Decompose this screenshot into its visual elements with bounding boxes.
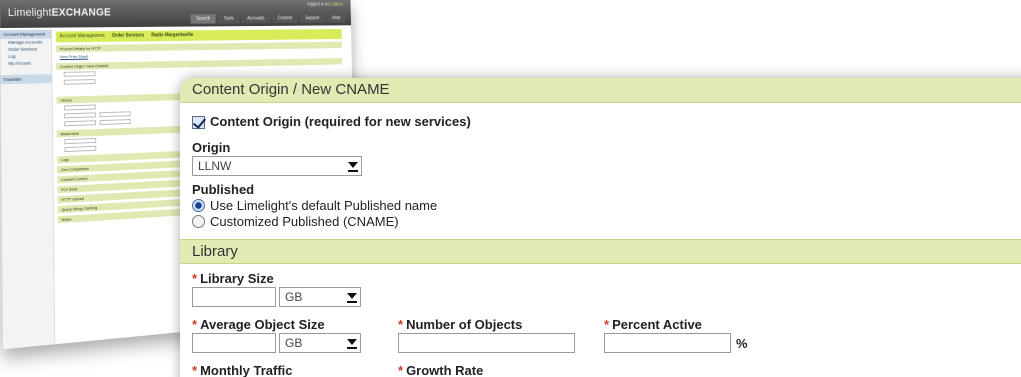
monthly-traffic-label-row: * Monthly Traffic	[192, 362, 293, 377]
mini-field[interactable]	[64, 112, 96, 118]
top-bar: LimelightEXCHANGE logged in as Logout Se…	[0, 0, 351, 28]
section-header-library: Library	[180, 239, 1021, 264]
nav-accounts[interactable]: Accounts	[241, 14, 270, 23]
sidebar-item-my-account[interactable]: My Account	[1, 59, 52, 67]
nav-search[interactable]: Search	[190, 14, 216, 24]
percent-active-label: Percent Active	[612, 317, 702, 332]
library-size-unit-select[interactable]: GB	[279, 287, 361, 307]
tab-bar: Account Management Order Services Radio …	[56, 29, 342, 42]
chevron-down-icon	[348, 162, 358, 168]
origin-select[interactable]: LLNW	[192, 156, 362, 176]
nav-tools[interactable]: Tools	[218, 14, 240, 23]
user-text: logged in as	[307, 2, 329, 7]
select-bar-icon	[347, 301, 357, 303]
mini-field[interactable]	[64, 105, 96, 111]
stage: LimelightEXCHANGE logged in as Logout Se…	[0, 0, 1021, 377]
mini-field[interactable]	[65, 146, 97, 152]
published-label: Published	[192, 182, 254, 197]
user-info: logged in as Logout	[307, 2, 342, 8]
logo-bold-text: EXCHANGE	[52, 7, 111, 19]
library-size-unit-value: GB	[285, 290, 302, 304]
mini-field[interactable]	[100, 119, 131, 125]
content-origin-checkbox[interactable]	[192, 116, 205, 129]
monthly-traffic-label: Monthly Traffic	[200, 363, 292, 377]
select-bar-icon	[347, 347, 357, 349]
section-header-content-origin: Content Origin / New CNAME	[180, 78, 1021, 103]
percent-active-input[interactable]	[604, 333, 731, 353]
logout-link[interactable]: Logout	[330, 2, 342, 7]
growth-rate-label: Growth Rate	[406, 363, 483, 377]
mini-field[interactable]	[100, 111, 131, 117]
tab-account-management[interactable]: Account Management	[60, 33, 105, 40]
nav-content[interactable]: Content	[272, 14, 298, 23]
library-size-input[interactable]	[192, 287, 276, 307]
num-objects-input[interactable]	[398, 333, 575, 353]
origin-select-value: LLNW	[198, 159, 231, 173]
tab-radio-margaritaville[interactable]: Radio Margaritaville	[151, 32, 193, 39]
library-size-label-row: * Library Size	[192, 270, 274, 288]
chevron-down-icon	[347, 339, 357, 345]
mini-field[interactable]	[64, 120, 96, 126]
avg-object-size-unit-select[interactable]: GB	[279, 333, 361, 353]
library-size-label: Library Size	[200, 271, 274, 286]
content-origin-checkbox-label: Content Origin (required for new service…	[210, 114, 471, 129]
growth-rate-label-row: * Growth Rate	[398, 362, 483, 377]
logo-light-text: Limelight	[8, 7, 52, 19]
required-asterisk: *	[398, 363, 403, 377]
avg-object-size-unit-value: GB	[285, 336, 302, 350]
radio-default-published[interactable]	[192, 199, 205, 212]
origin-label: Origin	[192, 140, 230, 155]
percent-active-label-row: * Percent Active	[604, 316, 702, 334]
radio-custom-published[interactable]	[192, 215, 205, 228]
required-asterisk: *	[192, 271, 197, 286]
mini-field[interactable]	[64, 138, 96, 144]
sidebar: Account Management Manage Accounts Order…	[0, 30, 55, 350]
sidebar-favorites[interactable]: Favorites	[1, 74, 52, 84]
num-objects-label: Number of Objects	[406, 317, 522, 332]
percent-symbol: %	[736, 336, 748, 351]
mini-field[interactable]	[64, 71, 96, 77]
radio-default-published-label: Use Limelight's default Published name	[210, 198, 437, 213]
zoomed-form-panel: Content Origin / New CNAME Content Origi…	[180, 78, 1021, 377]
required-asterisk: *	[192, 363, 197, 377]
avg-object-size-label: Average Object Size	[200, 317, 325, 332]
required-asterisk: *	[398, 317, 403, 332]
nav-help[interactable]: Help	[327, 14, 347, 23]
top-nav: Search Tools Accounts Content Support He…	[190, 14, 346, 24]
radio-custom-published-label: Customized Published (CNAME)	[210, 214, 399, 229]
required-asterisk: *	[604, 317, 609, 332]
tab-order-services[interactable]: Order Services	[112, 33, 144, 40]
app-logo: LimelightEXCHANGE	[8, 7, 111, 19]
nav-support[interactable]: Support	[299, 14, 325, 23]
avg-object-size-input[interactable]	[192, 333, 276, 353]
select-bar-icon	[348, 170, 358, 172]
num-objects-label-row: * Number of Objects	[398, 316, 522, 334]
avg-object-size-label-row: * Average Object Size	[192, 316, 325, 334]
mini-field[interactable]	[64, 79, 96, 85]
chevron-down-icon	[347, 293, 357, 299]
required-asterisk: *	[192, 317, 197, 332]
